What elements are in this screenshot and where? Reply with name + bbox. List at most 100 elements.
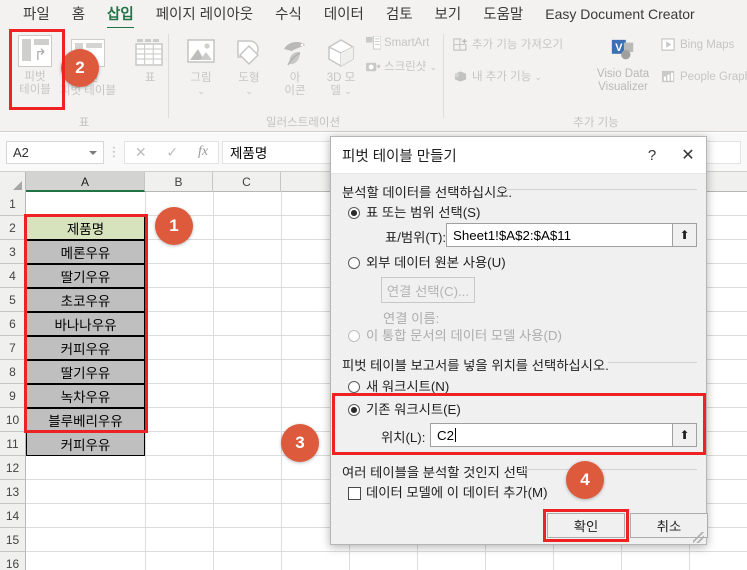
bing-maps-ribbon-button[interactable]: Bing Maps [661, 38, 747, 52]
name-box-value: A2 [13, 144, 29, 160]
cell-A8[interactable]: 딸기우유 [26, 360, 145, 384]
fx-icon[interactable]: fx [198, 144, 208, 160]
cell-A6[interactable]: 바나나우유 [26, 312, 145, 336]
shapes-chevron-icon[interactable]: ⌄ [245, 86, 253, 96]
get-addins-ribbon-button[interactable]: 추가 기능 가져오기 [453, 38, 583, 52]
row-header-13[interactable]: 13 [0, 480, 26, 504]
picture-chevron-icon[interactable]: ⌄ [197, 86, 205, 96]
icons-label-line1: 아 [289, 72, 301, 84]
chevron-down-icon[interactable] [89, 150, 97, 155]
my-addins-ribbon-button[interactable]: 내 추가 기능 ⌄ [453, 70, 583, 84]
radio-external-source[interactable] [348, 257, 360, 269]
my-addins-label: 내 추가 기능 [472, 71, 532, 84]
3d-model-label-line2: 델 [330, 85, 341, 97]
row-header-12[interactable]: 12 [0, 456, 26, 480]
tab-page-layout[interactable]: 페이지 레이아웃 [145, 1, 264, 27]
row-header-1[interactable]: 1 [0, 192, 26, 216]
cell-A5[interactable]: 초코우유 [26, 288, 145, 312]
cell-A10[interactable]: 블루베리우유 [26, 408, 145, 432]
cell-A11[interactable]: 커피우유 [26, 432, 145, 456]
3d-model-chevron-icon[interactable]: ⌄ [344, 86, 352, 96]
table-range-input[interactable]: Sheet1!$A$2:$A$11 ⬆ [446, 223, 697, 247]
radio-workbook-data-model [348, 330, 360, 342]
select-all-corner[interactable] [0, 172, 26, 192]
check-icon[interactable]: ✓ [166, 144, 178, 161]
tab-view[interactable]: 보기 [424, 1, 473, 27]
visio-data-visualizer-ribbon-button[interactable]: V Visio Data Visualizer [585, 34, 661, 94]
label-external-source: 외부 데이터 원본 사용(U) [366, 255, 506, 270]
row-header-3[interactable]: 3 [0, 240, 26, 264]
dialog-body: 분석할 데이터를 선택하십시오. 표 또는 범위 선택(S) 표/범위(T): … [331, 174, 708, 545]
row-header-4[interactable]: 4 [0, 264, 26, 288]
tab-review[interactable]: 검토 [375, 1, 424, 27]
cell-A2[interactable]: 제품명 [26, 216, 145, 240]
cancel-icon[interactable]: ✕ [135, 144, 147, 161]
screenshot-ribbon-button[interactable]: 스크린샷 ⌄ [366, 60, 452, 74]
pivot-table-label-line1: 피벗 [24, 71, 46, 83]
ok-button[interactable]: 확인 [547, 513, 625, 538]
label-existing-worksheet: 기존 워크시트(E) [366, 402, 461, 417]
visio-label-line1: Visio Data [596, 68, 650, 80]
location-value: C2 [437, 427, 454, 443]
tab-data[interactable]: 데이터 [313, 1, 375, 27]
radio-new-worksheet[interactable] [348, 381, 360, 393]
radio-existing-worksheet[interactable] [348, 404, 360, 416]
smartart-label: SmartArt [384, 37, 430, 50]
location-picker-icon[interactable]: ⬆ [672, 424, 696, 446]
name-box[interactable]: A2 [6, 140, 104, 164]
row-header-16[interactable]: 16 [0, 552, 26, 570]
row-header-8[interactable]: 8 [0, 360, 26, 384]
row-header-11[interactable]: 11 [0, 432, 26, 456]
tab-easy-document-creator[interactable]: Easy Document Creator [534, 4, 705, 25]
my-addins-icon [454, 71, 467, 82]
column-header-B[interactable]: B [145, 172, 213, 192]
location-input[interactable]: C2 ⬆ [430, 423, 697, 447]
ribbon-group-illustrations: 그림 ⌄ 도형 ⌄ 아 이콘 3D 모 델 ⌄ SmartArt 스크린샷 ⌄ … [170, 28, 437, 132]
radio-select-table-range[interactable] [348, 207, 360, 219]
dialog-resize-grip[interactable] [693, 532, 704, 543]
column-header-A[interactable]: A [26, 172, 145, 192]
close-icon[interactable]: ✕ [670, 138, 706, 172]
checkbox-add-to-data-model[interactable] [348, 487, 361, 500]
table-ribbon-button[interactable]: 표 [126, 34, 174, 85]
cell-A9[interactable]: 녹차우유 [26, 384, 145, 408]
row-header-9[interactable]: 9 [0, 384, 26, 408]
table-icon [135, 39, 163, 66]
icons-ribbon-button[interactable]: 아 이콘 [274, 34, 316, 98]
table-range-value: Sheet1!$A$2:$A$11 [453, 227, 572, 243]
row-header-2[interactable]: 2 [0, 216, 26, 240]
tab-home[interactable]: 홈 [61, 1, 96, 27]
screenshot-chevron-icon[interactable]: ⌄ [430, 62, 438, 72]
my-addins-chevron-icon[interactable]: ⌄ [535, 72, 543, 82]
step-badge-2: 2 [61, 49, 99, 87]
icons-icon [284, 41, 305, 66]
cell-A7[interactable]: 커피우유 [26, 336, 145, 360]
help-icon[interactable]: ? [634, 138, 670, 172]
3d-model-ribbon-button[interactable]: 3D 모 델 ⌄ [316, 34, 366, 98]
row-header-5[interactable]: 5 [0, 288, 26, 312]
cell-A3[interactable]: 메론우유 [26, 240, 145, 264]
cell-A4[interactable]: 딸기우유 [26, 264, 145, 288]
bing-maps-label: Bing Maps [680, 39, 735, 52]
row-header-15[interactable]: 15 [0, 528, 26, 552]
shapes-ribbon-button[interactable]: 도형 ⌄ [226, 34, 272, 98]
text-cursor [455, 428, 456, 442]
formula-bar-grip[interactable]: ⋮ [104, 144, 124, 160]
ribbon-group-label-addins: 추가 기능 [573, 117, 619, 129]
range-picker-icon[interactable]: ⬆ [672, 224, 696, 246]
smartart-icon [366, 35, 382, 50]
row-header-7[interactable]: 7 [0, 336, 26, 360]
row-header-14[interactable]: 14 [0, 504, 26, 528]
tab-file[interactable]: 파일 [12, 1, 61, 27]
tab-insert[interactable]: 삽입 [96, 1, 145, 29]
row-header-6[interactable]: 6 [0, 312, 26, 336]
smartart-ribbon-button[interactable]: SmartArt [366, 35, 444, 50]
choose-connection-label: 연결 선택(C)... [386, 283, 470, 299]
people-graph-ribbon-button[interactable]: People Graph [661, 70, 747, 84]
column-header-C[interactable]: C [213, 172, 281, 192]
tab-help[interactable]: 도움말 [472, 1, 534, 27]
shapes-label: 도형 [238, 72, 260, 84]
picture-ribbon-button[interactable]: 그림 ⌄ [178, 34, 224, 98]
tab-formulas[interactable]: 수식 [264, 1, 313, 27]
row-header-10[interactable]: 10 [0, 408, 26, 432]
